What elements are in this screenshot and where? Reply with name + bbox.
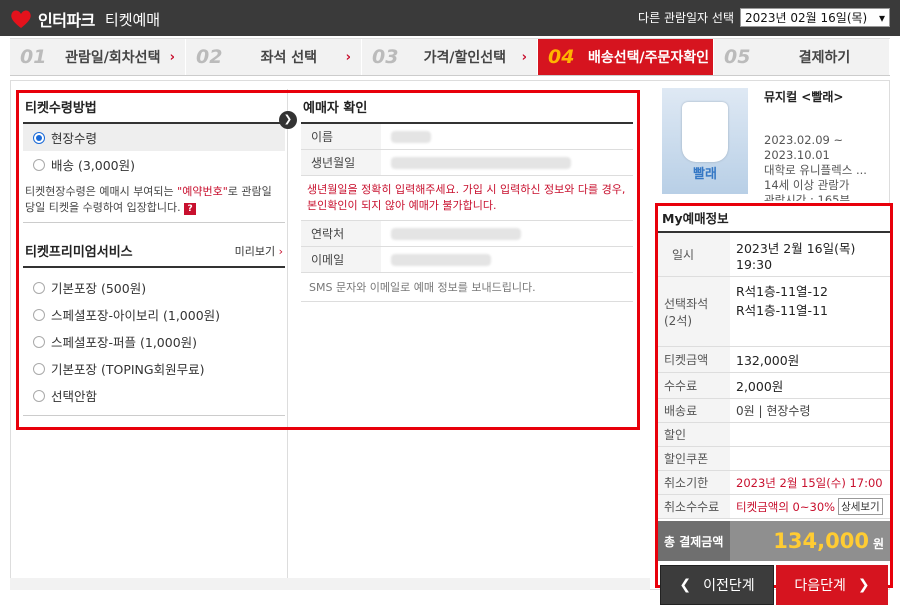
step-num: 04 — [548, 46, 575, 68]
ticket-price-value: 132,000원 — [736, 353, 800, 368]
step-label: 좌석 선택 — [260, 50, 318, 66]
discount-value — [730, 423, 890, 446]
discount-row: 할인 — [658, 423, 890, 447]
total-unit: 원 — [872, 537, 884, 551]
logo[interactable]: 인터파크 티켓예매 — [10, 7, 160, 31]
coupon-label: 할인쿠폰 — [658, 447, 730, 470]
chevron-right-icon: › — [521, 49, 527, 65]
step-nav: 01 관람일/회차선택 › 02 좌석 선택 › 03 가격/할인선택 › 04… — [10, 38, 890, 76]
fee-row: 수수료 2,000원 — [658, 373, 890, 399]
cancel-deadline-label: 취소기한 — [658, 471, 730, 494]
cancel-fee-value-wrap: 티켓금액의 0~30% 상세보기 — [730, 495, 890, 518]
step-num: 01 — [20, 46, 47, 68]
seat-1: R석1층-11열-12 — [736, 284, 828, 299]
date-select[interactable]: 2023년 02월 16일(목) ▾ — [740, 8, 890, 27]
show-title: 뮤지컬 <빨래> — [764, 90, 844, 104]
coupon-value — [730, 447, 890, 470]
step-1[interactable]: 01 관람일/회차선택 › — [10, 39, 186, 75]
my-booking-title: My예매정보 — [658, 206, 890, 233]
show-period-start: 2023.02.09 ~ — [764, 133, 844, 147]
chevron-right-icon: ❯ — [857, 577, 870, 593]
cancel-fee-value: 티켓금액의 0~30% — [736, 499, 836, 514]
date-picker-area: 다른 관람일자 선택 2023년 02월 16일(목) ▾ — [638, 8, 890, 27]
seat-value: R석1층-11열-12 R석1층-11열-11 — [730, 277, 890, 346]
show-period-end: 2023.10.01 — [764, 148, 830, 162]
date-picker-label: 다른 관람일자 선택 — [638, 11, 734, 25]
highlight-box-left — [16, 90, 640, 430]
date-value: 2023년 2월 16일(목) 19:30 — [730, 233, 890, 276]
cancel-fee-row: 취소수수료 티켓금액의 0~30% 상세보기 — [658, 495, 890, 519]
cancel-fee-label: 취소수수료 — [658, 495, 730, 518]
total-value: 134,000 원 — [730, 529, 890, 553]
total-amount: 134,000 — [773, 529, 869, 553]
step-5[interactable]: 05 결제하기 — [714, 39, 890, 75]
chevron-right-icon: › — [345, 49, 351, 65]
seat-2: R석1층-11열-11 — [736, 303, 828, 318]
step-label: 가격/할인선택 — [423, 50, 507, 66]
top-bar: 인터파크 티켓예매 다른 관람일자 선택 2023년 02월 16일(목) ▾ — [0, 0, 900, 36]
next-step-label: 다음단계 — [794, 578, 846, 594]
my-booking-info: My예매정보 일시 2023년 2월 16일(목) 19:30 선택좌석 (2석… — [655, 203, 893, 605]
step-3[interactable]: 03 가격/할인선택 › — [362, 39, 538, 75]
date-label: 일시 — [658, 233, 730, 276]
step-label: 배송선택/주문자확인 — [587, 50, 710, 66]
step-label: 관람일/회차선택 — [65, 50, 161, 66]
date-select-value: 2023년 02월 16일(목) — [745, 11, 868, 25]
step-4-active[interactable]: 04 배송선택/주문자확인 — [538, 39, 714, 75]
coupon-row: 할인쿠폰 — [658, 447, 890, 471]
fee-label: 수수료 — [658, 373, 730, 398]
show-age: 14세 이상 관람가 — [764, 178, 850, 192]
ticket-price-row: 티켓금액 132,000원 — [658, 347, 890, 373]
detail-button[interactable]: 상세보기 — [838, 498, 883, 515]
date-row: 일시 2023년 2월 16일(목) 19:30 — [658, 233, 890, 277]
fee-value: 2,000원 — [736, 379, 784, 394]
poster-laundry-image — [682, 102, 728, 162]
chevron-left-icon: ❮ — [679, 577, 692, 593]
cancel-deadline-row: 취소기한 2023년 2월 15일(수) 17:00 — [658, 471, 890, 495]
total-label: 총 결제금액 — [658, 521, 730, 561]
next-step-button[interactable]: 다음단계 ❯ — [776, 565, 888, 605]
prev-step-label: 이전단계 — [703, 578, 755, 594]
delivery-label: 배송료 — [658, 399, 730, 422]
chevron-right-icon: › — [169, 49, 175, 65]
step-label: 결제하기 — [798, 50, 851, 66]
show-poster[interactable]: 빨래 — [662, 88, 748, 194]
nav-buttons: ❮ 이전단계 다음단계 ❯ — [658, 565, 890, 605]
total-row: 총 결제금액 134,000 원 — [658, 521, 890, 561]
date-value-line2: 19:30 — [736, 256, 773, 272]
seat-label-line1: 선택좌석 — [664, 296, 709, 311]
discount-label: 할인 — [658, 423, 730, 446]
cancel-deadline-value: 2023년 2월 15일(수) 17:00 — [736, 475, 883, 490]
prev-step-button[interactable]: ❮ 이전단계 — [660, 565, 774, 605]
step-num: 05 — [724, 46, 751, 68]
heart-logo-icon — [10, 9, 32, 29]
ticket-price-label: 티켓금액 — [658, 347, 730, 372]
seat-label-line2: (2석) — [664, 313, 693, 328]
delivery-value: 0원 | 현장수령 — [736, 404, 811, 418]
brand-sub: 티켓예매 — [104, 10, 161, 29]
date-value-line1: 2023년 2월 16일(목) — [736, 240, 856, 256]
bottom-spacer — [10, 578, 650, 590]
brand-name: 인터파크 — [38, 11, 95, 30]
show-runtime: 관람시간 : 165분 — [764, 193, 851, 201]
show-info: 뮤지컬 <빨래> 2023.02.09 ~ 2023.10.01 대학로 유니플… — [764, 90, 890, 201]
poster-title: 빨래 — [693, 167, 717, 182]
delivery-row: 배송료 0원 | 현장수령 — [658, 399, 890, 423]
seat-row: 선택좌석 (2석) R석1층-11열-12 R석1층-11열-11 — [658, 277, 890, 347]
show-venue: 대학로 유니플렉스 ... — [764, 163, 867, 177]
step-num: 03 — [372, 46, 399, 68]
seat-label: 선택좌석 (2석) — [658, 277, 730, 346]
step-num: 02 — [196, 46, 223, 68]
step-2[interactable]: 02 좌석 선택 › — [186, 39, 362, 75]
chevron-down-icon: ▾ — [878, 10, 885, 25]
